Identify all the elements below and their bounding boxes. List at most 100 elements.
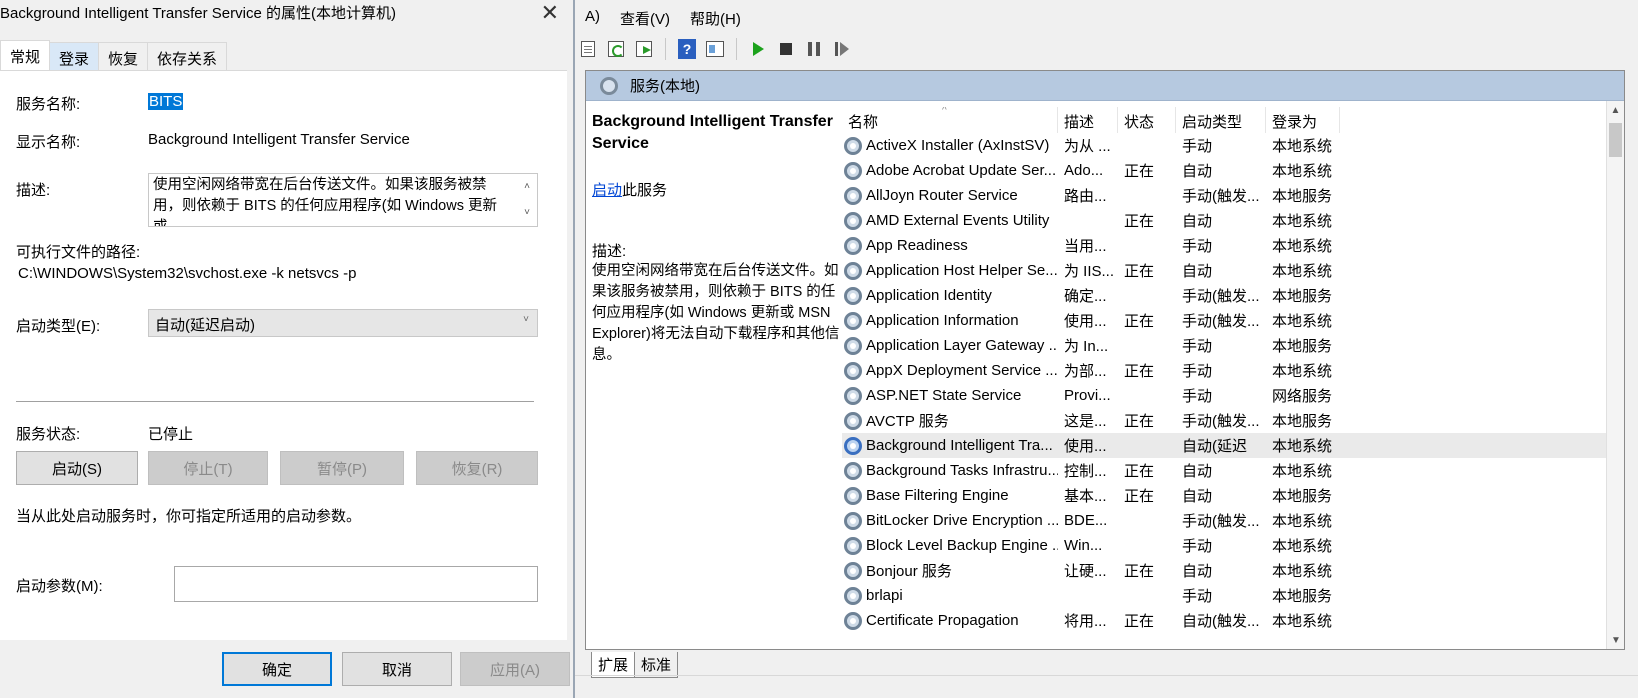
column-header-status[interactable]: 状态 (1118, 107, 1176, 133)
service-logon-as: 本地服务 (1272, 413, 1333, 430)
scroll-up-icon[interactable]: ▲ (1607, 101, 1624, 119)
table-row[interactable]: Background Intelligent Tra... 使用... 自动(延迟 本… (842, 433, 1608, 458)
dialog-title: Background Intelligent Transfer Service … (0, 5, 396, 22)
tab-general[interactable]: 常规 (0, 40, 51, 70)
service-name: BitLocker Drive Encryption ... (866, 512, 1058, 529)
stop-button[interactable]: 停止(T) (148, 451, 268, 485)
service-name: ASP.NET State Service (866, 387, 1022, 404)
service-name: AVCTP 服务 (866, 413, 949, 430)
service-name-value[interactable]: BITS (148, 93, 184, 110)
service-name-cell: Base Filtering Engine (842, 486, 1058, 505)
service-logon-as: 本地系统 (1272, 613, 1333, 630)
startup-type-select[interactable]: 自动(延迟启动) ˅ (148, 309, 538, 337)
show-hide-tree-button[interactable] (575, 36, 601, 62)
start-service-button[interactable] (745, 36, 771, 62)
chevron-up-icon[interactable]: ˄ (517, 174, 537, 200)
startup-type-value: 自动(延迟启动) (155, 317, 255, 334)
column-header-name[interactable]: 名称 (842, 107, 1058, 133)
scroll-down-icon[interactable]: ▼ (1607, 631, 1625, 649)
service-status: 正在 (1124, 263, 1155, 280)
chevron-down-icon: ˅ (523, 314, 529, 325)
tab-logon[interactable]: 登录 (49, 42, 100, 70)
table-row[interactable]: ASP.NET State Service Provi... 手动 网络服务 (842, 383, 1608, 408)
table-row[interactable]: Background Tasks Infrastru... 控制... 正在 自动 本地… (842, 458, 1608, 483)
service-logon-as: 本地系统 (1272, 238, 1333, 255)
start-service-link[interactable]: 启动 (592, 182, 622, 199)
table-row[interactable]: Application Host Helper Se... 为 IIS... 正在 自… (842, 258, 1608, 283)
chevron-down-icon[interactable]: ˅ (517, 200, 537, 226)
service-logon-as: 本地系统 (1272, 138, 1333, 155)
exe-path-value: C:\WINDOWS\System32\svchost.exe -k netsv… (18, 265, 357, 282)
column-header-startup-type[interactable]: 启动类型 (1176, 107, 1266, 133)
scrollbar-thumb[interactable] (1609, 123, 1622, 157)
service-startup-type: 自动(触发... (1182, 613, 1260, 630)
cancel-button[interactable]: 取消 (342, 652, 452, 686)
service-logon-as: 本地系统 (1272, 563, 1333, 580)
service-startup-type: 手动(触发... (1182, 288, 1260, 305)
table-row[interactable]: Adobe Acrobat Update Ser... Ado... 正在 自动 本地系… (842, 158, 1608, 183)
start-button[interactable]: 启动(S) (16, 451, 138, 485)
tab-recovery[interactable]: 恢复 (98, 42, 149, 70)
service-name: ActiveX Installer (AxInstSV) (866, 137, 1050, 154)
table-row[interactable]: Application Layer Gateway ... 为 In... 手动 本地… (842, 333, 1608, 358)
service-description: 当用... (1064, 238, 1107, 255)
service-name-cell: AllJoyn Router Service (842, 186, 1058, 205)
menu-action[interactable]: A) (575, 4, 610, 30)
service-description: Win... (1064, 537, 1103, 554)
refresh-button[interactable] (603, 36, 629, 62)
table-row[interactable]: App Readiness 当用... 手动 本地系统 (842, 233, 1608, 258)
apply-button[interactable]: 应用(A) (460, 652, 570, 686)
close-icon[interactable]: ✕ (541, 0, 559, 26)
service-name-cell: AppX Deployment Service ... (842, 361, 1058, 380)
service-name: Base Filtering Engine (866, 487, 1009, 504)
service-logon-as: 本地系统 (1272, 438, 1333, 455)
gear-icon (844, 311, 862, 330)
stop-service-button[interactable] (773, 36, 799, 62)
table-row[interactable]: Application Information 使用... 正在 手动(触发... 本地… (842, 308, 1608, 333)
column-header-logon-as[interactable]: 登录为 (1266, 107, 1340, 133)
table-row[interactable]: Block Level Backup Engine ... Win... 手动 本地系… (842, 533, 1608, 558)
table-row[interactable]: Bonjour 服务 让硬... 正在 自动 本地系统 (842, 558, 1608, 583)
resume-button[interactable]: 恢复(R) (416, 451, 538, 485)
table-row[interactable]: ActiveX Installer (AxInstSV) 为从 ... 手动 本地系统 (842, 133, 1608, 158)
services-panel: 服务(本地) Background Intelligent Transfer S… (585, 70, 1625, 650)
export-list-button[interactable] (631, 36, 657, 62)
table-row[interactable]: Base Filtering Engine 基本... 正在 自动 本地服务 (842, 483, 1608, 508)
table-row[interactable]: Certificate Propagation 将用... 正在 自动(触发... 本地… (842, 608, 1608, 633)
gear-icon (844, 286, 862, 305)
service-name: App Readiness (866, 237, 968, 254)
help-button[interactable]: ? (674, 36, 700, 62)
menu-view[interactable]: 查看(V) (610, 4, 680, 30)
display-name-value: Background Intelligent Transfer Service (148, 131, 410, 148)
service-description: 基本... (1064, 488, 1107, 505)
vertical-scrollbar[interactable]: ▲ ▼ (1606, 101, 1624, 649)
tab-dependencies[interactable]: 依存关系 (147, 42, 228, 70)
ok-button[interactable]: 确定 (222, 652, 332, 686)
table-row[interactable]: AVCTP 服务 这是... 正在 手动(触发... 本地服务 (842, 408, 1608, 433)
service-name: AMD External Events Utility (866, 212, 1050, 229)
service-name-cell: Bonjour 服务 (842, 560, 1058, 581)
properties-button[interactable] (702, 36, 728, 62)
sort-caret-icon: ^ (942, 107, 947, 116)
table-row[interactable]: AllJoyn Router Service 路由... 手动(触发... 本地服务 (842, 183, 1608, 208)
service-startup-type: 手动 (1182, 138, 1213, 155)
pause-service-button[interactable] (801, 36, 827, 62)
table-row[interactable]: brlapi 手动 本地服务 (842, 583, 1608, 608)
toolbar: ? (575, 34, 855, 64)
table-row[interactable]: BitLocker Drive Encryption ... BDE... 手动(触… (842, 508, 1608, 533)
description-scrollbar[interactable]: ˄ ˅ (517, 174, 537, 226)
service-startup-type: 自动 (1182, 163, 1213, 180)
gear-icon (600, 76, 618, 95)
description-field[interactable]: 使用空闲网络带宽在后台传送文件。如果该服务被禁用，则依赖于 BITS 的任何应用… (148, 173, 538, 227)
display-name-label: 显示名称: (16, 134, 81, 151)
table-row[interactable]: AppX Deployment Service ... 为部... 正在 手动 本地系统 (842, 358, 1608, 383)
pause-button[interactable]: 暂停(P) (280, 451, 404, 485)
table-row[interactable]: AMD External Events Utility 正在 自动 本地系统 (842, 208, 1608, 233)
column-header-description[interactable]: 描述 (1058, 107, 1118, 133)
service-name: Application Identity (866, 287, 992, 304)
start-params-input[interactable] (174, 566, 538, 602)
document-icon (581, 41, 595, 57)
menu-help[interactable]: 帮助(H) (680, 4, 751, 30)
resume-service-button[interactable] (829, 36, 855, 62)
table-row[interactable]: Application Identity 确定... 手动(触发... 本地服务 (842, 283, 1608, 308)
